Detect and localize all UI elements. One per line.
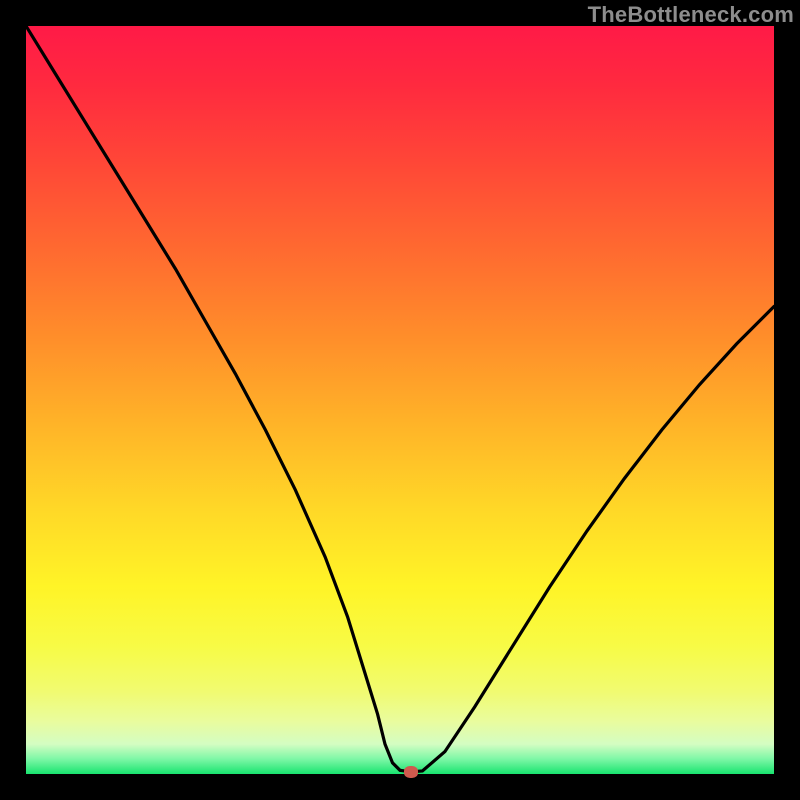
plot-area xyxy=(26,26,774,774)
minimum-marker xyxy=(404,766,418,778)
watermark-text: TheBottleneck.com xyxy=(588,2,794,28)
chart-container: TheBottleneck.com xyxy=(0,0,800,800)
bottleneck-curve xyxy=(26,26,774,774)
curve-path xyxy=(26,26,774,772)
